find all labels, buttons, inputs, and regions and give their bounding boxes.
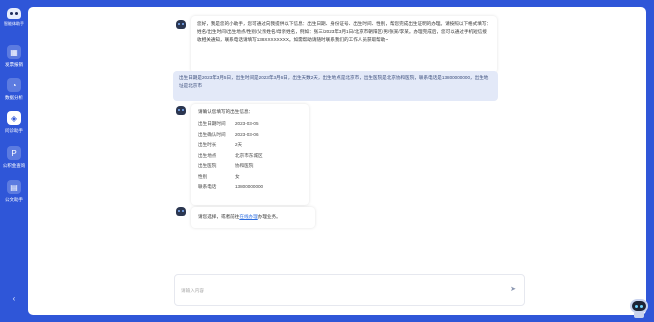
message-text: 请您选择，或者前往	[198, 214, 240, 219]
sidebar-item-label: 数据分析	[5, 95, 23, 100]
info-row: 出生时长 2天	[198, 142, 243, 148]
sidebar: 智能体助手 ▦ 发票报销 ◔ 数据分析 ◈ 问诊助手 P 公积金查询 ▤ 公文助…	[0, 0, 28, 322]
info-row: 性别女	[198, 173, 240, 179]
online-process-link[interactable]: 在线办理	[239, 214, 257, 219]
bot-message: 请您选择，或者前往在线办理办理业务。	[191, 207, 315, 228]
info-row: 出生日期时间 2023-03-05	[198, 121, 259, 127]
sidebar-item-fund[interactable]: P 公积金查询	[2, 146, 26, 178]
chat-input-box: ➤	[174, 274, 525, 306]
sidebar-item-invoice[interactable]: ▦ 发票报销	[2, 45, 26, 77]
sidebar-item-label: 公文助手	[5, 197, 23, 202]
chat-input[interactable]	[181, 284, 491, 296]
bot-confirmation-card: 请确认您填写的出生信息： 出生日期时间 2023-03-05 出生确认时间 2023…	[191, 104, 309, 205]
send-icon[interactable]: ➤	[509, 286, 517, 294]
receipt-icon: ▦	[7, 45, 21, 59]
confirmation-heading: 请确认您填写的出生信息：	[198, 109, 254, 114]
bot-message: 您好，我是您的小助手，您可通过向我提供以下信息：出生日期、身份证号、出生时间、性…	[191, 16, 497, 73]
sidebar-item-assistant[interactable]: ◈ 问诊助手	[2, 111, 26, 143]
chat-panel: 您好，我是您的小助手，您可通过向我提供以下信息：出生日期、身份证号、出生时间、性…	[28, 7, 646, 315]
collapse-sidebar-icon[interactable]: ‹	[9, 294, 19, 304]
robot-icon: ◈	[7, 111, 21, 125]
chart-icon: ◔	[7, 78, 21, 92]
floating-assistant-icon[interactable]	[627, 297, 651, 319]
bot-avatar-icon	[176, 106, 186, 115]
info-row: 出生医院 协和医院	[198, 163, 254, 169]
bot-avatar-icon	[176, 207, 186, 216]
info-row: 出生地点 北京市东城区	[198, 152, 263, 158]
bot-avatar-icon	[176, 20, 186, 29]
info-row: 联系电话 13800000000	[198, 184, 264, 190]
sidebar-item-analysis[interactable]: ◔ 数据分析	[2, 78, 26, 110]
document-icon: ▤	[7, 180, 21, 194]
sidebar-item-label: 发票报销	[5, 62, 23, 67]
sidebar-item-label: 问诊助手	[5, 128, 23, 133]
fund-icon: P	[7, 146, 21, 160]
user-message: 出生日期是2023年3月5日，出生时间是2023年3月6日，出生天数2天，出生地…	[173, 71, 498, 101]
message-text: 办理业务。	[257, 214, 281, 219]
logo-text: 智能体助手	[4, 21, 24, 26]
sidebar-item-document[interactable]: ▤ 公文助手	[2, 180, 26, 212]
info-row: 出生确认时间 2023-03-06	[198, 131, 259, 137]
app-logo: 智能体助手	[4, 8, 24, 36]
robot-logo-icon	[7, 8, 21, 19]
sidebar-item-label: 公积金查询	[2, 163, 26, 168]
